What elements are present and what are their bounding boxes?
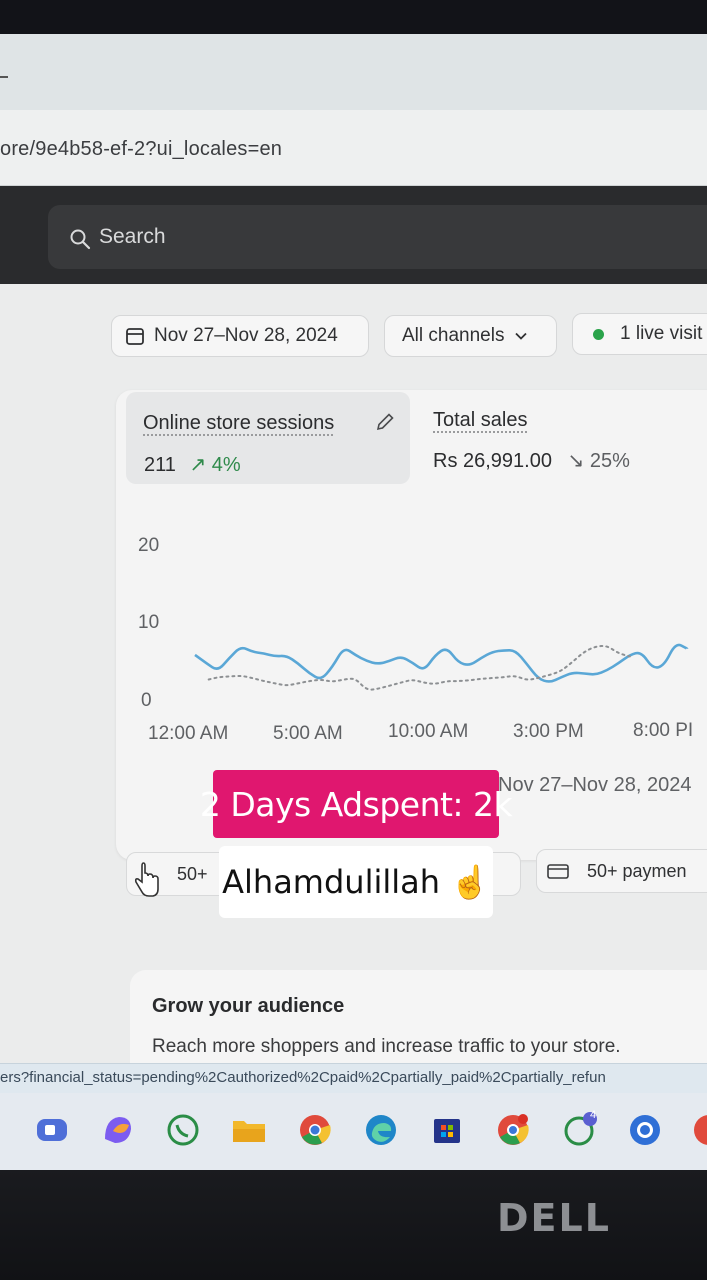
notification-badge-count: 4 xyxy=(589,1109,597,1121)
sessions-line-chart xyxy=(194,643,689,691)
store-icon[interactable] xyxy=(428,1111,466,1149)
chrome-edge-icon[interactable] xyxy=(690,1111,707,1149)
sales-value-row: Rs 26,991.00 ↘ 25% xyxy=(433,448,630,473)
pointer-hand-icon xyxy=(134,862,159,897)
x-tick-label: 3:00 PM xyxy=(513,721,584,742)
live-status-dot xyxy=(593,328,604,340)
caption-text: Alhamdulillah xyxy=(222,863,441,901)
tab-edge-mark xyxy=(0,76,8,78)
payment-card-icon xyxy=(547,864,569,879)
chrome-profile-icon[interactable] xyxy=(494,1111,532,1149)
sessions-value-row: 211 ↗ 4% xyxy=(144,452,241,477)
calendar-icon xyxy=(126,328,144,345)
pointing-up-emoji-icon: ☝️ xyxy=(450,863,490,901)
address-url[interactable]: ore/9e4b58-ef-2?ui_locales=en xyxy=(0,138,282,161)
laptop-bezel-top xyxy=(0,0,707,36)
search-placeholder[interactable]: Search xyxy=(99,225,166,249)
chart-range-legend: Nov 27–Nov 28, 2024 xyxy=(498,774,692,796)
whatsapp-icon[interactable] xyxy=(164,1111,202,1149)
pencil-icon[interactable] xyxy=(374,411,396,433)
grow-audience-title: Grow your audience xyxy=(152,995,345,1017)
x-tick-label: 12:00 AM xyxy=(148,723,229,744)
sessions-label: Online store sessions xyxy=(143,412,335,434)
adspent-text: 2 Days Adspent: 2k xyxy=(199,784,513,824)
edge-icon[interactable] xyxy=(362,1111,400,1149)
sessions-value: 211 xyxy=(144,454,176,476)
y-tick-label: 20 xyxy=(138,535,160,556)
channels-label: All channels xyxy=(402,325,505,346)
chevron-down-icon xyxy=(515,332,528,340)
x-tick-label: 8:00 PI xyxy=(633,720,694,741)
channels-dropdown[interactable]: All channels xyxy=(384,315,557,357)
y-tick-label: 0 xyxy=(141,690,152,711)
y-tick-label: 10 xyxy=(138,612,160,633)
browser-tab-strip xyxy=(0,34,707,110)
file-explorer-icon[interactable] xyxy=(230,1111,268,1149)
grow-audience-description: Reach more shoppers and increase traffic… xyxy=(152,1036,621,1057)
sales-change: ↘ 25% xyxy=(567,450,630,472)
copilot-icon[interactable] xyxy=(99,1111,137,1149)
live-visitors-label: 1 live visit xyxy=(620,323,703,344)
sales-value: Rs 26,991.00 xyxy=(433,450,552,472)
chrome-alt-icon[interactable] xyxy=(626,1111,664,1149)
x-tick-label: 5:00 AM xyxy=(273,723,343,744)
date-range-picker[interactable]: Nov 27–Nov 28, 2024 xyxy=(111,315,369,357)
adspent-sticker: 2 Days Adspent: 2k xyxy=(200,770,513,838)
sales-label[interactable]: Total sales xyxy=(433,409,528,432)
sessions-change: ↗ 4% xyxy=(189,454,241,476)
date-range-label: Nov 27–Nov 28, 2024 xyxy=(154,325,338,346)
laptop-brand-logo: DELL xyxy=(497,1196,611,1240)
orders-count-label: 50+ xyxy=(177,863,208,884)
caption-sticker: Alhamdulillah ☝️ xyxy=(219,846,493,918)
x-tick-label: 10:00 AM xyxy=(388,721,469,742)
meet-icon[interactable] xyxy=(33,1111,71,1149)
photo-of-laptop-screen: ore/9e4b58-ef-2?ui_locales=en Search Nov… xyxy=(0,0,707,1280)
live-visitors-button[interactable]: 1 live visit xyxy=(572,313,707,355)
chrome-icon[interactable] xyxy=(296,1111,334,1149)
payments-label: 50+ paymen xyxy=(587,860,687,881)
link-status-url: ers?financial_status=pending%2Cauthorize… xyxy=(0,1069,606,1086)
search-icon xyxy=(70,229,91,250)
